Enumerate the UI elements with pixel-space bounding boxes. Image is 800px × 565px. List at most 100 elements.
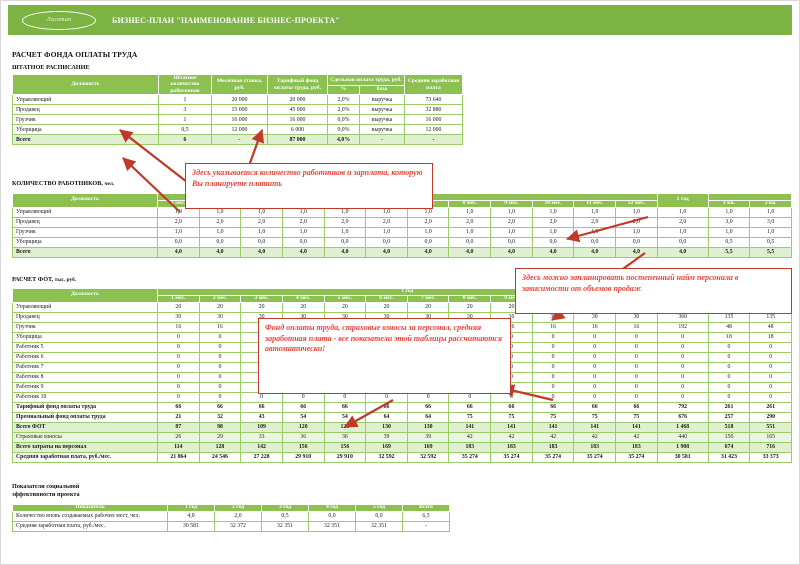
cell-value-2: 2,0 xyxy=(214,510,262,522)
cell-position: Работник 6 xyxy=(12,351,158,363)
table-row[interactable]: Количество вновь создаваемых рабочих мес… xyxy=(12,510,450,522)
cell-month-2: 1,0 xyxy=(198,226,242,238)
cell-month-8: 2,0 xyxy=(448,216,492,228)
table-row[interactable]: Грузчик 1 16 000 16 000 0,0% выручка 16 … xyxy=(12,114,463,126)
cell-total-month-11: 4,0 xyxy=(573,246,617,258)
th-headcount: Штатное количество работников xyxy=(158,73,212,96)
cell-pct: 0,0% xyxy=(327,114,360,126)
cell-avg: 16 000 xyxy=(404,114,463,126)
callout-headcount: Здесь указывается количество работников … xyxy=(185,163,433,209)
cell-month-1: 16 xyxy=(157,321,200,333)
table-row[interactable]: Уборщица 0,0 0,0 0,0 0,0 0,0 0,0 0,0 0,0 0,0 0,0 0,… xyxy=(12,236,792,248)
th-piece-base: база xyxy=(359,84,405,96)
table-row[interactable]: Средняя заработная плата, руб./мес. 30 58… xyxy=(12,520,450,532)
cell-year-total: 192 xyxy=(656,321,709,333)
cell-month-10: 183 xyxy=(531,441,575,453)
cell-total-month-2: 4,0 xyxy=(198,246,242,258)
th-month-1: 1 мес. xyxy=(157,294,200,303)
cell-year-total: 1 468 xyxy=(656,421,709,433)
cell-month-11: 16 xyxy=(573,321,617,333)
cell-month-4: 1,0 xyxy=(281,226,325,238)
cell-month-11: 0 xyxy=(573,361,617,373)
cell-month-11: 0 xyxy=(573,391,617,403)
cell-position: Работник 7 xyxy=(12,361,158,373)
cell-total-month-7: 4,0 xyxy=(406,246,450,258)
th-monthly-rate: Месячная ставка, руб. xyxy=(211,73,268,96)
callout-auto: Фонд оплаты труда, страховые взносы за п… xyxy=(258,318,511,394)
page-header-banner: Логотип БИЗНЕС-ПЛАН "НАИМЕНОВАНИЕ БИЗНЕС… xyxy=(8,5,792,35)
cell-total-avg: - xyxy=(404,134,463,146)
cell-headcount: 1 xyxy=(158,94,212,106)
cell-quarter-2: 18 xyxy=(749,331,792,343)
cell-month-8: 66 xyxy=(448,401,492,413)
cell-month-9: 1,0 xyxy=(490,206,533,218)
cell-month-1: 0 xyxy=(157,341,200,353)
th-indicator: Показатель xyxy=(12,504,168,512)
table-row[interactable]: Грузчик 1,0 1,0 1,0 1,0 1,0 1,0 1,0 1,0 1,0 1,0 1,0… xyxy=(12,226,792,238)
cell-quarter-1: 0 xyxy=(707,361,751,373)
cell-month-11: 1,0 xyxy=(573,226,617,238)
cell-month-4: 120 xyxy=(281,421,325,433)
cell-month-12: 1,0 xyxy=(615,226,658,238)
table-row-summary: Всего ФОТ 87 98 109 120 120 130 130 141 141 141 141… xyxy=(12,421,792,433)
cell-month-1: 30 xyxy=(157,311,200,323)
cell-month-12: 183 xyxy=(615,441,658,453)
cell-quarter-2: 0 xyxy=(749,361,792,373)
cell-summary-label: Средняя заработная плата, руб./мес. xyxy=(12,451,158,463)
cell-month-2: 0 xyxy=(198,341,242,353)
cell-summary-label: Тарифный фонд оплаты труда xyxy=(12,401,158,413)
cell-position: Грузчик xyxy=(12,114,159,126)
cell-month-1: 26 xyxy=(157,431,200,443)
cell-month-9: 75 xyxy=(490,411,533,423)
th-month-12: 12 мес. xyxy=(615,199,658,208)
cell-month-2: 66 xyxy=(198,401,242,413)
cell-pct: 2,0% xyxy=(327,94,360,106)
staffing-table: Должность Штатное количество работников … xyxy=(12,73,463,146)
cell-month-2: 0 xyxy=(198,381,242,393)
cell-position: Управляющий xyxy=(12,94,159,106)
cell-year-total: 1 908 xyxy=(656,441,709,453)
table-row[interactable]: Управляющий 1 20 000 20 000 2,0% выручка… xyxy=(12,94,463,106)
cell-month-12: 1,0 xyxy=(615,206,658,218)
cell-quarter-1: 18 xyxy=(707,331,751,343)
cell-month-12: 0 xyxy=(615,391,658,403)
cell-month-9: 2,0 xyxy=(490,216,533,228)
cell-month-4: 54 xyxy=(281,411,325,423)
th-month-6: 6 мес. xyxy=(365,294,408,303)
cell-month-12: 0 xyxy=(615,361,658,373)
cell-month-8: 183 xyxy=(448,441,492,453)
table-row[interactable]: Продавец 2,0 2,0 2,0 2,0 2,0 2,0 2,0 2,0 2,0 2,0 2,… xyxy=(12,216,792,228)
cell-month-6: 1,0 xyxy=(365,226,408,238)
cell-month-4: 20 xyxy=(281,301,325,313)
cell-tariff-fund: 20 000 xyxy=(267,94,328,106)
table-row-total: Всего 6 - 87 000 4,0% - - xyxy=(12,134,463,146)
cell-quarter-2: 0 xyxy=(749,381,792,393)
cell-month-8: 42 xyxy=(448,431,492,443)
cell-year-total: 1,0 xyxy=(656,206,709,218)
cell-month-10: 35 274 xyxy=(531,451,575,463)
cell-month-3: 43 xyxy=(240,411,283,423)
cell-month-8: 0,0 xyxy=(448,236,492,248)
cell-value-5: 0,0 xyxy=(355,510,403,522)
headcount-table-body: Управляющий 1,0 1,0 1,0 1,0 1,0 1,0 1,0 1,0 1,0 1,… xyxy=(12,206,792,258)
cell-month-8: 1,0 xyxy=(448,226,492,238)
cell-quarter-2: 1,0 xyxy=(749,206,792,218)
cell-value-5: 32 351 xyxy=(355,520,403,532)
table-row[interactable]: Продавец 3 15 000 45 000 2,0% выручка 32… xyxy=(12,104,463,116)
social-efficiency-table: Показатель 1 год 2 год 3 год 4 год 5 год Всего… xyxy=(12,504,450,532)
cell-quarter-1: 0 xyxy=(707,371,751,383)
cell-month-10: 0 xyxy=(531,351,575,363)
cell-month-4: 29 910 xyxy=(281,451,325,463)
table-row[interactable]: Уборщица 0,5 12 000 6 000 0,0% выручка 1… xyxy=(12,124,463,136)
cell-headcount: 0,5 xyxy=(158,124,212,136)
cell-total-label: Всего xyxy=(12,134,159,146)
cell-month-4: 0,0 xyxy=(281,236,325,248)
cell-month-1: 0 xyxy=(157,371,200,383)
cell-year-total: 440 xyxy=(656,431,709,443)
cell-total-headcount: 6 xyxy=(158,134,212,146)
cell-month-11: 0 xyxy=(573,351,617,363)
cell-month-7: 64 xyxy=(406,411,450,423)
cell-month-12: 0,0 xyxy=(615,236,658,248)
cell-month-1: 21 xyxy=(157,411,200,423)
cell-month-1: 0,0 xyxy=(157,236,200,248)
